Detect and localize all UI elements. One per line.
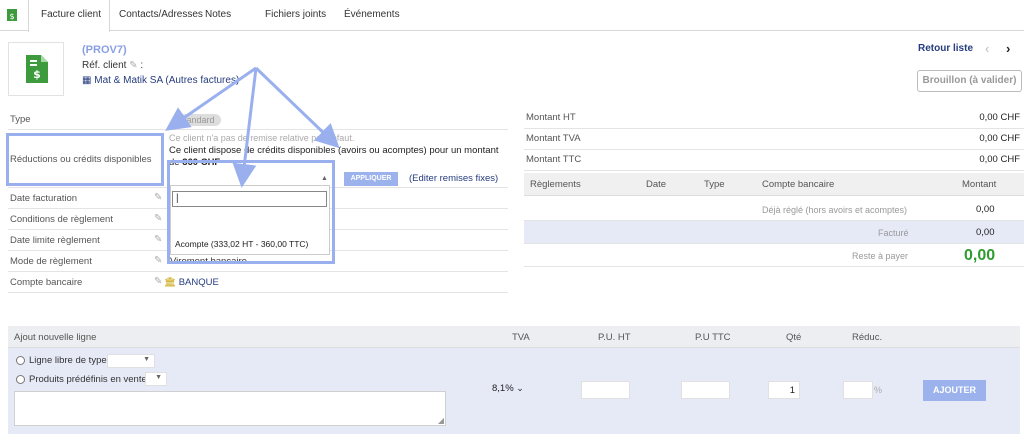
add-line-header: Ajout nouvelle ligne TVA P.U. HT P.U TTC… <box>8 326 1020 348</box>
remaining-value: 0,00 <box>964 247 996 264</box>
invoiced-value: 0,00 <box>976 227 995 238</box>
remaining-row: Reste à payer <box>524 244 1024 267</box>
add-line-title: Ajout nouvelle ligne <box>14 332 97 343</box>
payments-header: Règlements Date Type Compte bancaire Mon… <box>524 173 1024 196</box>
vat-value: 8,1% <box>492 383 514 394</box>
free-line-type-select[interactable]: ▼ <box>107 354 155 368</box>
annotation-arrow <box>254 66 340 149</box>
total-ht-value: 0,00 CHF <box>979 112 1020 123</box>
discount-input[interactable] <box>843 381 873 399</box>
total-ttc-value: 0,00 CHF <box>979 154 1020 165</box>
annotation-arrow <box>232 67 258 188</box>
add-line-col-pu-ht: P.U. HT <box>598 332 631 343</box>
payments-col-amount: Montant <box>962 179 997 190</box>
free-line-radio[interactable] <box>16 356 25 365</box>
total-ttc-row: Montant TTC 0,00 CHF <box>524 150 1024 171</box>
add-line-col-reduc: Réduc. <box>852 332 883 343</box>
add-line-col-qty: Qté <box>786 332 802 343</box>
already-paid-label: Déjà réglé (hors avoirs et acomptes) <box>762 205 908 215</box>
add-line-col-pu-ttc: P.U TTC <box>695 332 731 343</box>
quantity-input[interactable]: 1 <box>768 381 800 399</box>
total-ttc-label: Montant TTC <box>526 154 582 165</box>
remaining-label: Reste à payer <box>852 251 909 261</box>
invoiced-row: Facturé 0,00 <box>524 221 1024 244</box>
total-tva-value: 0,00 CHF <box>979 133 1020 144</box>
total-tva-label: Montant TVA <box>526 133 581 144</box>
vat-select[interactable]: 8,1% ⌄ <box>492 383 524 394</box>
resize-grip-icon[interactable]: ◢ <box>438 416 444 425</box>
chevron-down-icon: ▼ <box>155 374 162 381</box>
predefined-products-select[interactable]: ▼ <box>145 372 167 386</box>
free-line-label: Ligne libre de type <box>29 355 107 366</box>
annotation-arrow <box>165 66 257 131</box>
unit-price-ttc-input[interactable] <box>681 381 730 399</box>
already-paid-value: 0,00 <box>976 204 995 215</box>
add-line-button[interactable]: AJOUTER <box>923 380 986 401</box>
add-line-col-tva: TVA <box>512 332 530 343</box>
total-tva-row: Montant TVA 0,00 CHF <box>524 129 1024 150</box>
quantity-value: 1 <box>789 385 795 396</box>
payments-col-type: Type <box>704 179 725 190</box>
total-ht-row: Montant HT 0,00 CHF <box>524 108 1024 129</box>
chevron-down-icon: ⌄ <box>516 383 524 393</box>
already-paid-row: Déjà réglé (hors avoirs et acomptes) 0,0… <box>524 198 1024 221</box>
payments-col-bank: Compte bancaire <box>762 179 835 190</box>
invoiced-label: Facturé <box>878 228 909 238</box>
percent-sign: % <box>874 385 883 395</box>
predefined-products-label: Produits prédéfinis en vente <box>29 374 147 385</box>
payments-col-date: Date <box>646 179 667 190</box>
chevron-down-icon: ▼ <box>143 356 150 363</box>
unit-price-ht-input[interactable] <box>581 381 630 399</box>
predefined-products-radio[interactable] <box>16 375 25 384</box>
payments-col-reglements: Règlements <box>530 179 581 190</box>
description-textarea[interactable]: ◢ <box>14 391 446 426</box>
total-ht-label: Montant HT <box>526 112 576 123</box>
